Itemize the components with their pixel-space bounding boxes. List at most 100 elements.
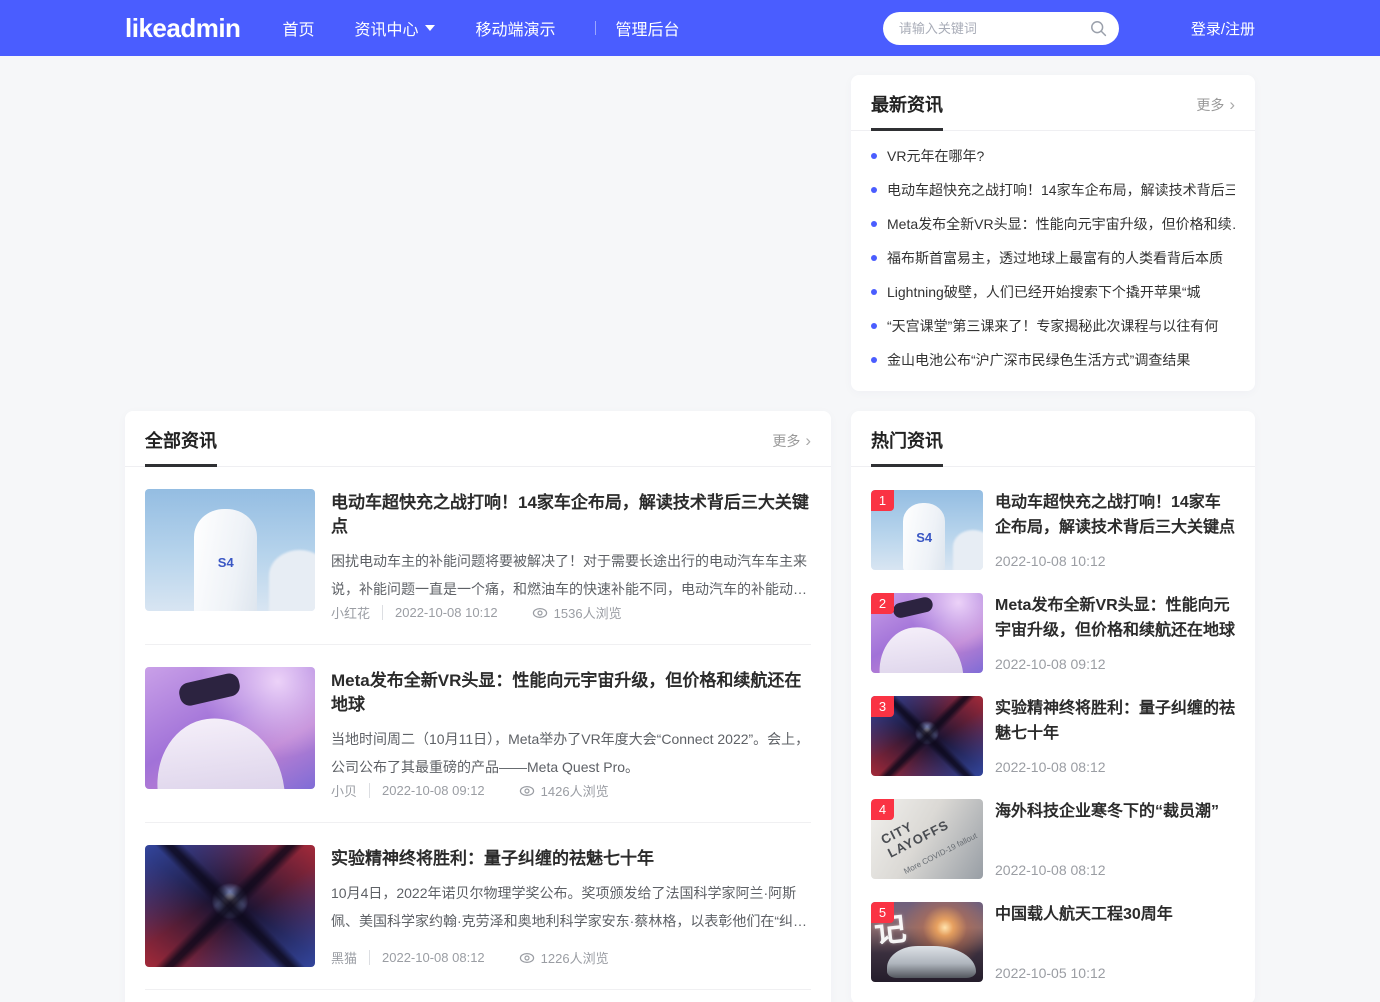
hot-news-item[interactable]: 3 实验精神终将胜利：量子纠缠的祛魅七十年 2022-10-08 08:12 — [871, 696, 1235, 776]
latest-item-text: 金山电池公布“沪广深市民绿色生活方式”调查结果 — [887, 350, 1190, 370]
latest-news-item[interactable]: 电动车超快充之战打响！14家车企布局，解读技术背后三… — [871, 173, 1235, 207]
news-item-meta: 黑猫 2022-10-08 08:12 1226人浏览 — [331, 948, 811, 967]
news-item-meta: 小贝 2022-10-08 09:12 1426人浏览 — [331, 781, 811, 800]
news-item-author: 黑猫 — [331, 948, 369, 967]
news-item[interactable]: 海外科技企业寒冬下的“裁员潮” — [145, 990, 811, 1002]
hot-news-title: 热门资讯 — [871, 430, 943, 452]
hot-news-item[interactable]: 4 海外科技企业寒冬下的“裁员潮” 2022-10-08 08:12 — [871, 799, 1235, 879]
news-item[interactable]: 电动车超快充之战打响！14家车企布局，解读技术背后三大关键点 困扰电动车主的补能… — [145, 467, 811, 645]
latest-news-list: VR元年在哪年? 电动车超快充之战打响！14家车企布局，解读技术背后三… Met… — [851, 131, 1255, 391]
news-item-author: 小贝 — [331, 781, 369, 800]
main-nav: 首页 资讯中心 移动端演示 管理后台 — [282, 16, 719, 40]
news-item-desc: 当地时间周二（10月11日），Meta举办了VR年度大会“Connect 202… — [331, 725, 811, 781]
hot-news-item[interactable]: 1 电动车超快充之战打响！14家车企布局，解读技术背后三大关键点 2022-10… — [871, 490, 1235, 570]
latest-more-link[interactable]: 更多 › — [1196, 95, 1235, 115]
news-item-title: 电动车超快充之战打响！14家车企布局，解读技术背后三大关键点 — [331, 491, 811, 539]
hot-news-item[interactable]: 5 中国载人航天工程30周年 2022-10-05 10:12 — [871, 902, 1235, 982]
latest-news-item[interactable]: 福布斯首富易主，透过地球上最富有的人类看背后本质 — [871, 241, 1235, 275]
bullet-dot-icon — [871, 357, 877, 363]
news-thumbnail — [145, 845, 315, 967]
hot-news-thumbnail: 5 — [871, 902, 983, 982]
news-thumbnail — [145, 667, 315, 789]
news-item-author: 小红花 — [331, 603, 382, 622]
eye-icon — [532, 605, 548, 621]
hot-news-card: 热门资讯 1 电动车超快充之战打响！14家车企布局，解读技术背后三大关键点 20… — [851, 411, 1255, 1002]
latest-item-text: 电动车超快充之战打响！14家车企布局，解读技术背后三… — [887, 180, 1235, 200]
news-item-views: 1426人浏览 — [519, 781, 609, 800]
rank-badge: 3 — [871, 696, 894, 717]
hot-news-thumbnail: 4 — [871, 799, 983, 879]
latest-news-item[interactable]: “天宫课堂”第三课来了！专家揭秘此次课程与以往有何 — [871, 309, 1235, 343]
nav-link[interactable]: 管理后台 — [595, 16, 679, 40]
latest-item-text: VR元年在哪年? — [887, 146, 984, 166]
nav-link-label: 首页 — [282, 16, 314, 40]
news-item-desc: 10月4日，2022年诺贝尔物理学奖公布。奖项颁发给了法国科学家阿兰·阿斯佩、美… — [331, 879, 811, 935]
nav-link-label: 移动端演示 — [475, 16, 555, 40]
nav-link-label: 管理后台 — [615, 16, 679, 40]
latest-news-item[interactable]: VR元年在哪年? — [871, 139, 1235, 173]
hot-item-date: 2022-10-08 08:12 — [995, 758, 1235, 776]
latest-news-item[interactable]: 金山电池公布“沪广深市民绿色生活方式”调查结果 — [871, 343, 1235, 377]
site-logo[interactable]: likeadmin — [125, 13, 240, 44]
all-news-list: 电动车超快充之战打响！14家车企布局，解读技术背后三大关键点 困扰电动车主的补能… — [125, 467, 831, 1002]
banner-area — [125, 75, 831, 391]
news-item-meta: 小红花 2022-10-08 10:12 1536人浏览 — [331, 603, 811, 622]
hot-item-date: 2022-10-08 09:12 — [995, 655, 1235, 673]
news-thumbnail — [145, 489, 315, 611]
news-item-date: 2022-10-08 08:12 — [369, 950, 485, 965]
login-register-link[interactable]: 登录/注册 — [1191, 18, 1255, 39]
search-box[interactable] — [883, 12, 1119, 45]
latest-item-text: Meta发布全新VR头显：性能向元宇宙升级，但价格和续…还 — [887, 214, 1235, 234]
news-item-desc: 困扰电动车主的补能问题将要被解决了！对于需要长途出行的电动汽车车主来说，补能问题… — [331, 547, 811, 603]
bullet-dot-icon — [871, 221, 877, 227]
bullet-dot-icon — [871, 255, 877, 261]
latest-item-text: 福布斯首富易主，透过地球上最富有的人类看背后本质 — [887, 248, 1223, 268]
nav-divider — [595, 21, 596, 35]
chevron-right-icon: › — [805, 434, 811, 448]
chevron-right-icon: › — [1229, 98, 1235, 112]
news-item-date: 2022-10-08 09:12 — [369, 783, 485, 798]
news-item-title: Meta发布全新VR头显：性能向元宇宙升级，但价格和续航还在地球 — [331, 669, 811, 717]
rank-badge: 1 — [871, 490, 894, 511]
nav-link-label: 资讯中心 — [354, 16, 418, 40]
bullet-dot-icon — [871, 323, 877, 329]
hot-news-list: 1 电动车超快充之战打响！14家车企布局，解读技术背后三大关键点 2022-10… — [851, 490, 1255, 982]
hot-item-title: 实验精神终将胜利：量子纠缠的祛魅七十年 — [995, 696, 1235, 746]
news-item-views: 1536人浏览 — [532, 603, 622, 622]
news-item-views: 1226人浏览 — [519, 948, 609, 967]
latest-item-text: Lightning破壁，人们已经开始搜索下个撬开苹果“城 — [887, 282, 1201, 302]
rank-badge: 2 — [871, 593, 894, 614]
hot-item-date: 2022-10-08 10:12 — [995, 552, 1235, 570]
nav-link[interactable]: 资讯中心 — [354, 16, 435, 40]
all-news-title: 全部资讯 — [145, 430, 217, 452]
hot-item-date: 2022-10-05 10:12 — [995, 964, 1235, 982]
hot-item-title: Meta发布全新VR头显：性能向元宇宙升级，但价格和续航还在地球 — [995, 593, 1235, 643]
news-item-title: 实验精神终将胜利：量子纠缠的祛魅七十年 — [331, 847, 811, 871]
latest-item-text: “天宫课堂”第三课来了！专家揭秘此次课程与以往有何 — [887, 316, 1218, 336]
eye-icon — [519, 950, 535, 966]
hot-item-title: 电动车超快充之战打响！14家车企布局，解读技术背后三大关键点 — [995, 490, 1235, 540]
eye-icon — [519, 783, 535, 799]
news-item-date: 2022-10-08 10:12 — [382, 605, 498, 620]
latest-news-item[interactable]: Lightning破壁，人们已经开始搜索下个撬开苹果“城 — [871, 275, 1235, 309]
top-navbar: likeadmin 首页 资讯中心 移动端演示 — [0, 0, 1380, 56]
hot-news-item[interactable]: 2 Meta发布全新VR头显：性能向元宇宙升级，但价格和续航还在地球 2022-… — [871, 593, 1235, 673]
all-news-card: 全部资讯 更多 › 电动车超快充之战打响！14家车企布局，解读技术背后三大关键点 — [125, 411, 831, 1002]
bullet-dot-icon — [871, 289, 877, 295]
rank-badge: 4 — [871, 799, 894, 820]
news-item[interactable]: 实验精神终将胜利：量子纠缠的祛魅七十年 10月4日，2022年诺贝尔物理学奖公布… — [145, 823, 811, 990]
hot-item-title: 海外科技企业寒冬下的“裁员潮” — [995, 799, 1235, 824]
hot-news-thumbnail: 2 — [871, 593, 983, 673]
all-news-more-link[interactable]: 更多 › — [772, 431, 811, 451]
hot-news-thumbnail: 3 — [871, 696, 983, 776]
latest-news-item[interactable]: Meta发布全新VR头显：性能向元宇宙升级，但价格和续…还 — [871, 207, 1235, 241]
search-input[interactable] — [899, 21, 1090, 36]
bullet-dot-icon — [871, 153, 877, 159]
news-item[interactable]: Meta发布全新VR头显：性能向元宇宙升级，但价格和续航还在地球 当地时间周二（… — [145, 645, 811, 823]
hot-item-date: 2022-10-08 08:12 — [995, 861, 1235, 879]
nav-link[interactable]: 移动端演示 — [475, 16, 555, 40]
bullet-dot-icon — [871, 187, 877, 193]
latest-news-title: 最新资讯 — [871, 94, 943, 116]
nav-link[interactable]: 首页 — [282, 16, 314, 40]
search-icon[interactable] — [1090, 20, 1107, 37]
